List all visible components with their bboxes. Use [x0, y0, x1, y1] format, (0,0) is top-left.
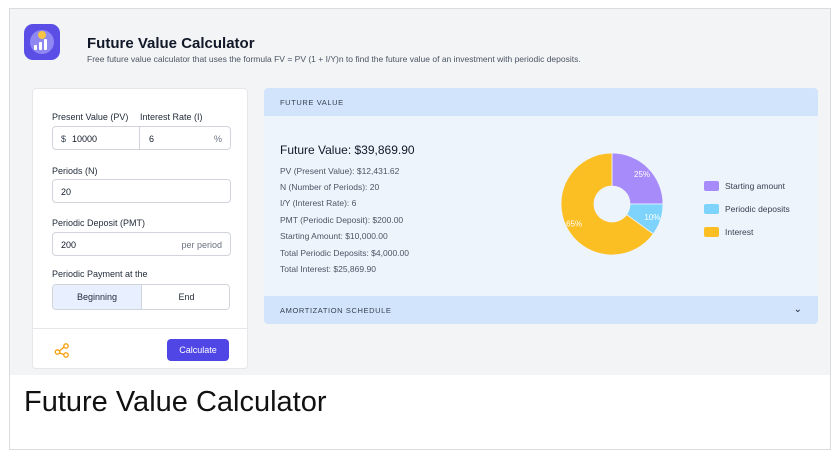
- future-value-section-label: FUTURE VALUE: [280, 98, 344, 107]
- present-value-input[interactable]: 10000: [72, 134, 97, 144]
- field-divider: [139, 127, 140, 149]
- amortization-section-label: AMORTIZATION SCHEDULE: [280, 306, 392, 315]
- per-period-suffix: per period: [181, 240, 222, 250]
- chevron-down-icon[interactable]: ⌄: [794, 304, 802, 315]
- input-form: Present Value (PV) Interest Rate (I) $ 1…: [32, 88, 248, 369]
- breakdown-donut-chart: 25% 10% 65%: [560, 152, 664, 256]
- result-line-n: N (Number of Periods): 20: [280, 182, 380, 192]
- legend-swatch-interest: [704, 227, 719, 237]
- page-title: Future Value Calculator: [87, 35, 255, 52]
- future-value-result: Future Value: $39,869.90: [280, 143, 415, 157]
- calculator-chart-icon: [24, 24, 60, 60]
- periods-input[interactable]: 20: [52, 179, 231, 203]
- slice-label-interest: 65%: [566, 219, 582, 228]
- periods-value: 20: [61, 187, 72, 197]
- interest-rate-label: Interest Rate (I): [140, 112, 203, 122]
- header: Future Value Calculator Free future valu…: [22, 21, 802, 71]
- legend-swatch-deposits: [704, 204, 719, 214]
- percent-suffix: %: [213, 134, 222, 144]
- payment-timing-toggle: Beginning End: [52, 284, 230, 310]
- results-panel: FUTURE VALUE Future Value: $39,869.90 PV…: [264, 88, 818, 324]
- periods-label: Periods (N): [52, 166, 98, 176]
- result-line-pmt: PMT (Periodic Deposit): $200.00: [280, 215, 404, 225]
- deposit-input[interactable]: 200 per period: [52, 232, 231, 256]
- result-line-deposits: Total Periodic Deposits: $4,000.00: [280, 248, 409, 258]
- result-line-starting: Starting Amount: $10,000.00: [280, 231, 388, 241]
- page-caption: Future Value Calculator: [24, 386, 327, 418]
- slice-label-starting: 25%: [634, 170, 650, 179]
- share-icon[interactable]: [54, 342, 70, 358]
- amortization-section-header[interactable]: AMORTIZATION SCHEDULE ⌄: [264, 296, 818, 324]
- bar-chart-icon: [34, 38, 50, 50]
- legend-label-deposits: Periodic deposits: [725, 204, 790, 214]
- result-line-iy: I/Y (Interest Rate): 6: [280, 198, 357, 208]
- deposit-value: 200: [61, 240, 77, 250]
- legend-label-interest: Interest: [725, 227, 754, 237]
- beginning-option[interactable]: Beginning: [53, 285, 142, 309]
- slice-label-deposits: 10%: [644, 213, 660, 222]
- present-value-label: Present Value (PV): [52, 112, 129, 122]
- future-value-section-header[interactable]: FUTURE VALUE: [264, 88, 818, 116]
- result-line-pv: PV (Present Value): $12,431.62: [280, 166, 400, 176]
- result-line-interest: Total Interest: $25,869.90: [280, 264, 376, 274]
- deposit-label: Periodic Deposit (PMT): [52, 218, 146, 228]
- form-divider: [33, 328, 247, 329]
- page-subtitle: Free future value calculator that uses t…: [87, 54, 581, 64]
- calculate-button[interactable]: Calculate: [167, 339, 229, 361]
- end-option[interactable]: End: [142, 285, 229, 309]
- interest-rate-input[interactable]: 6: [149, 134, 154, 144]
- present-interest-field-group: $ 10000 6 %: [52, 126, 231, 150]
- legend-swatch-starting: [704, 181, 719, 191]
- currency-prefix: $: [61, 134, 67, 144]
- payment-at-label: Periodic Payment at the: [52, 269, 148, 279]
- legend-label-starting: Starting amount: [725, 181, 786, 191]
